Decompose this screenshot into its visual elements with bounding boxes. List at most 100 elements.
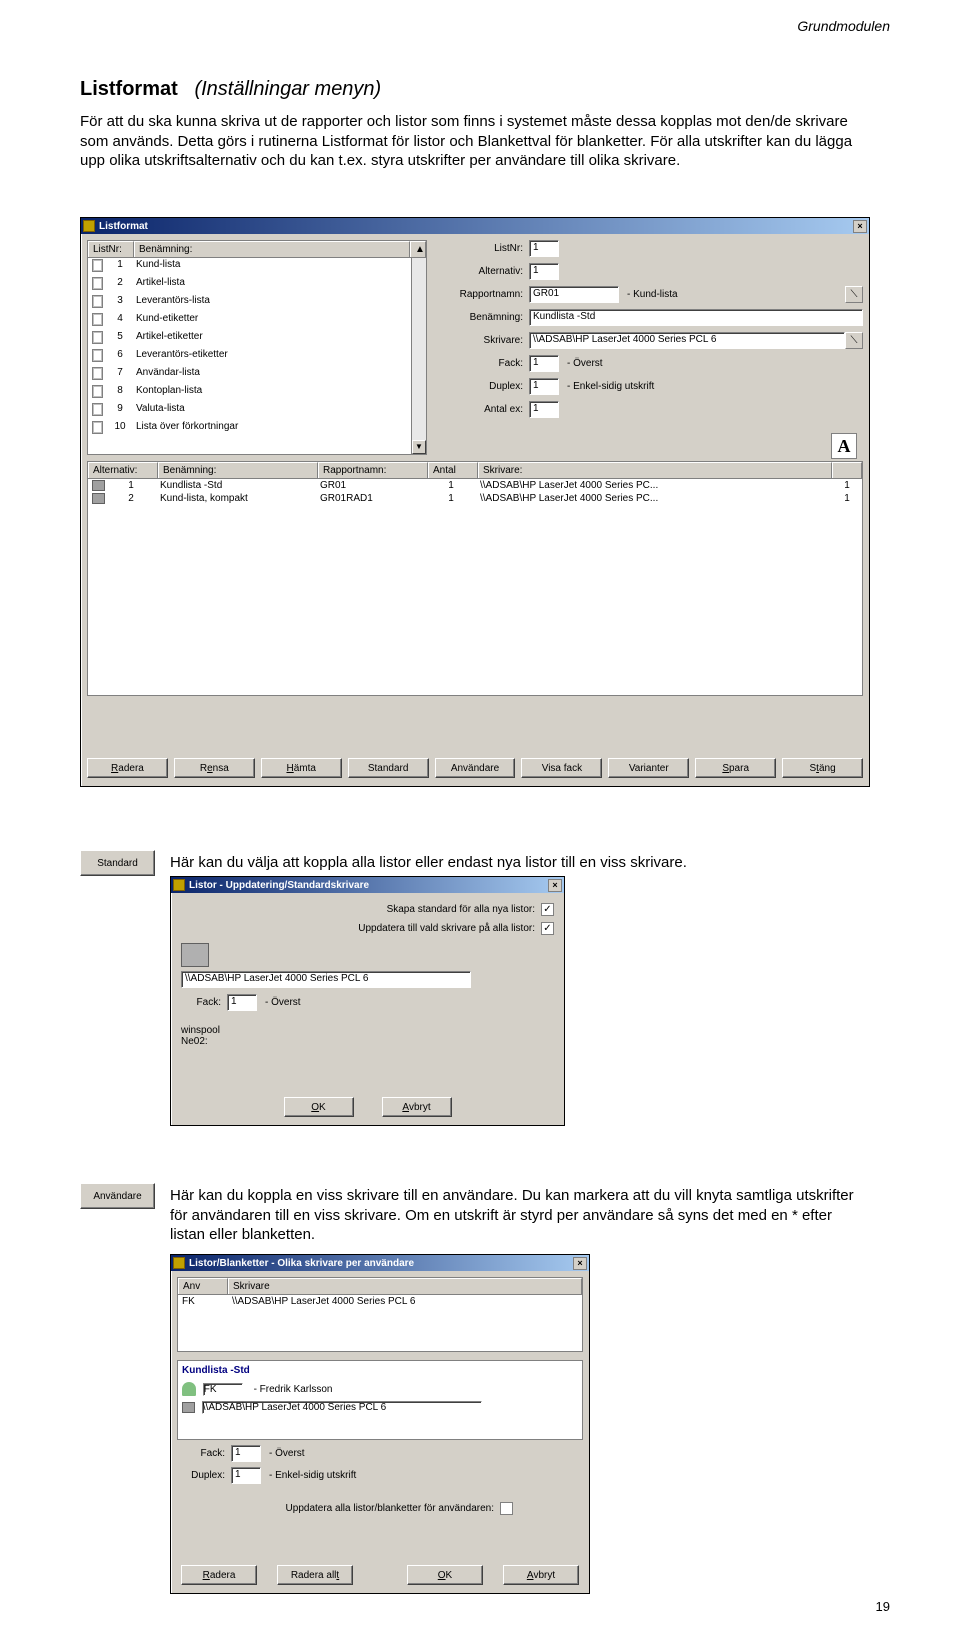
- standard-button[interactable]: Standard: [348, 758, 429, 778]
- col-skrivare[interactable]: Skrivare:: [478, 462, 832, 478]
- avbryt-button[interactable]: Avbryt: [382, 1097, 452, 1117]
- benamning-input[interactable]: Kundlista -Std: [529, 309, 863, 326]
- fack-input[interactable]: 1: [227, 994, 257, 1011]
- cb-update-all[interactable]: [500, 1502, 513, 1515]
- scroll-up-icon[interactable]: ▲: [410, 241, 426, 257]
- spara-button[interactable]: Spara: [695, 758, 776, 778]
- listnr-label: ListNr:: [439, 243, 529, 254]
- fack-label: Fack:: [439, 358, 529, 369]
- skrivare-label: Skrivare:: [439, 335, 529, 346]
- col-listnr[interactable]: ListNr:: [88, 241, 134, 257]
- stang-button[interactable]: Stäng: [782, 758, 863, 778]
- titlebar[interactable]: Listor - Uppdatering/Standardskrivare ×: [171, 877, 564, 893]
- list-body[interactable]: 1Kund-lista 2Artikel-lista 3Leverantörs-…: [87, 257, 427, 455]
- printer-input[interactable]: \\ADSAB\HP LaserJet 4000 Series PCL 6: [181, 971, 471, 988]
- grid-row[interactable]: FK \\ADSAB\HP LaserJet 4000 Series PCL 6: [178, 1295, 582, 1308]
- user-code-input[interactable]: FK: [203, 1383, 243, 1396]
- cb-update-all-label: Uppdatera alla listor/blanketter för anv…: [286, 1503, 494, 1514]
- alternatives-grid[interactable]: Alternativ: Benämning: Rapportnamn: Anta…: [87, 461, 863, 696]
- col-rapportnamn[interactable]: Rapportnamn:: [318, 462, 428, 478]
- user-printer-grid[interactable]: Anv Skrivare FK \\ADSAB\HP LaserJet 4000…: [177, 1277, 583, 1352]
- fack-desc: - Överst: [257, 997, 301, 1008]
- printer-icon: [181, 943, 209, 967]
- person-icon: [182, 1382, 196, 1396]
- fack-desc: - Överst: [261, 1448, 305, 1459]
- document-icon: [92, 313, 103, 326]
- spool-text: winspool: [181, 1025, 554, 1036]
- standard-paragraph: Här kan du välja att koppla alla listor …: [170, 853, 870, 873]
- titlebar[interactable]: Listor/Blanketter - Olika skrivare per a…: [171, 1255, 589, 1271]
- radera-button[interactable]: Radera: [87, 758, 168, 778]
- font-icon[interactable]: A: [831, 433, 857, 459]
- cb-standard-nya[interactable]: ✓: [541, 903, 554, 916]
- standard-badge[interactable]: Standard: [80, 850, 155, 876]
- close-icon[interactable]: ×: [573, 1257, 587, 1270]
- grid-row[interactable]: 1 Kundlista -Std GR01 1 \\ADSAB\HP Laser…: [88, 479, 862, 492]
- fack-input[interactable]: 1: [231, 1445, 261, 1462]
- benamning-label: Benämning:: [439, 312, 529, 323]
- document-icon: [92, 259, 103, 272]
- antalex-input[interactable]: 1: [529, 401, 559, 418]
- duplex-input[interactable]: 1: [529, 378, 559, 395]
- radera-allt-button[interactable]: Radera allt: [277, 1565, 353, 1585]
- visafack-button[interactable]: Visa fack: [521, 758, 602, 778]
- fack-label: Fack:: [177, 1448, 231, 1459]
- listformat-window: Listformat × ListNr: Benämning: ▲ 1Kund-…: [80, 217, 870, 787]
- printer-icon: [92, 480, 105, 491]
- document-icon: [92, 421, 103, 434]
- app-icon: [173, 1257, 185, 1269]
- fack-input[interactable]: 1: [529, 355, 559, 372]
- lookup-icon[interactable]: ⟍: [845, 286, 863, 303]
- titlebar[interactable]: Listformat ×: [81, 218, 869, 234]
- ok-button[interactable]: OK: [407, 1565, 483, 1585]
- hamta-button[interactable]: Hämta: [261, 758, 342, 778]
- fack-label: Fack:: [181, 997, 227, 1008]
- document-icon: [92, 367, 103, 380]
- document-icon: [92, 295, 103, 308]
- document-icon: [92, 331, 103, 344]
- detail-box: Kundlista -Std FK - Fredrik Karlsson \\A…: [177, 1360, 583, 1440]
- grid-row[interactable]: 2 Kund-lista, kompakt GR01RAD1 1 \\ADSAB…: [88, 492, 862, 505]
- rapportnamn-desc: - Kund-lista: [619, 289, 678, 300]
- list-header: ListNr: Benämning: ▲: [87, 240, 427, 257]
- listnr-input[interactable]: 1: [529, 240, 559, 257]
- listor-uppdatering-window: Listor - Uppdatering/Standardskrivare × …: [170, 876, 565, 1126]
- close-icon[interactable]: ×: [853, 220, 867, 233]
- col-anv[interactable]: Anv: [178, 1278, 228, 1294]
- scroll-down-icon[interactable]: ▼: [412, 440, 426, 454]
- col-antal[interactable]: Antal: [428, 462, 478, 478]
- duplex-label: Duplex:: [177, 1470, 231, 1481]
- close-icon[interactable]: ×: [548, 879, 562, 892]
- spool-port: Ne02:: [181, 1036, 554, 1047]
- col-skrivare[interactable]: Skrivare: [228, 1278, 582, 1294]
- document-icon: [92, 385, 103, 398]
- skrivare-input[interactable]: \\ADSAB\HP LaserJet 4000 Series PCL 6: [529, 332, 845, 349]
- window-title: Listor - Uppdatering/Standardskrivare: [189, 880, 548, 891]
- anvandare-paragraph: Här kan du koppla en viss skrivare till …: [170, 1186, 870, 1245]
- olika-skrivare-window: Listor/Blanketter - Olika skrivare per a…: [170, 1254, 590, 1594]
- window-title: Listformat: [99, 221, 853, 232]
- duplex-desc: - Enkel-sidig utskrift: [261, 1470, 356, 1481]
- avbryt-button[interactable]: Avbryt: [503, 1565, 579, 1585]
- rapportnamn-label: Rapportnamn:: [439, 289, 529, 300]
- radera-button[interactable]: Radera: [181, 1565, 257, 1585]
- col-alternativ[interactable]: Alternativ:: [88, 462, 158, 478]
- anvandare-badge[interactable]: Användare: [80, 1183, 155, 1209]
- scrollbar[interactable]: ▼: [411, 258, 426, 454]
- cb-uppdatera-alla[interactable]: ✓: [541, 922, 554, 935]
- duplex-input[interactable]: 1: [231, 1467, 261, 1484]
- section-heading: Listformat (Inställningar menyn): [80, 78, 381, 101]
- varianter-button[interactable]: Varianter: [608, 758, 689, 778]
- rensa-button[interactable]: Rensa: [174, 758, 255, 778]
- col-benamning[interactable]: Benämning:: [134, 241, 410, 257]
- lookup-icon[interactable]: ⟍: [845, 332, 863, 349]
- rapportnamn-input[interactable]: GR01: [529, 286, 619, 303]
- window-title: Listor/Blanketter - Olika skrivare per a…: [189, 1258, 573, 1269]
- detail-title: Kundlista -Std: [182, 1365, 578, 1376]
- printer-input[interactable]: \\ADSAB\HP LaserJet 4000 Series PCL 6: [202, 1401, 482, 1414]
- alternativ-label: Alternativ:: [439, 266, 529, 277]
- col-benamning2[interactable]: Benämning:: [158, 462, 318, 478]
- ok-button[interactable]: OK: [284, 1097, 354, 1117]
- anvandare-button[interactable]: Användare: [435, 758, 516, 778]
- alternativ-input[interactable]: 1: [529, 263, 559, 280]
